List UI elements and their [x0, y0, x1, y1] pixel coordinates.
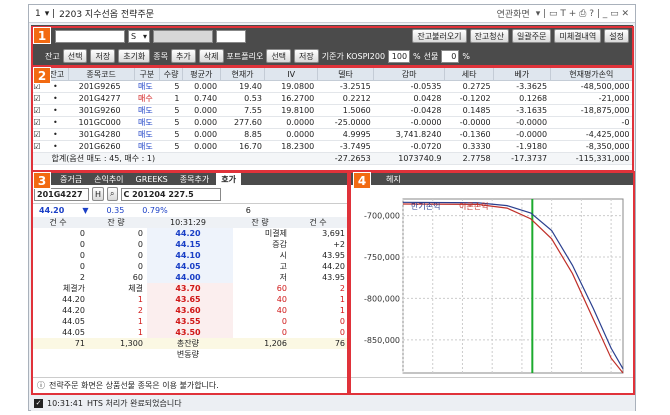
- tab-number[interactable]: 1: [35, 9, 41, 19]
- strategy-order-window: 1 ▾ | 2203 지수선옵 전략주문 연관화면 ▾ | ▭ T + ⎙ ? …: [28, 4, 636, 411]
- status-time: 10:31:41: [47, 398, 83, 408]
- section-2-frame: [31, 66, 634, 172]
- window-controls[interactable]: ▾ | ▭ T + ⎙ ? | _ ▭ ✕: [536, 9, 629, 19]
- section-badge-2: 2: [33, 67, 51, 84]
- section-4-frame: [349, 171, 635, 395]
- section-3-frame: [31, 171, 349, 395]
- section-badge-1: 1: [33, 27, 51, 44]
- section-badge-3: 3: [33, 172, 51, 189]
- section-badge-4: 4: [353, 172, 371, 189]
- section-1-frame: [31, 26, 634, 67]
- screen-title: 2203 지수선옵 전략주문: [59, 10, 155, 20]
- window-titlebar: 1 ▾ | 2203 지수선옵 전략주문 연관화면 ▾ | ▭ T + ⎙ ? …: [29, 5, 635, 23]
- status-message: HTS 처리가 완료되었습니다: [86, 398, 182, 408]
- checkbox-icon[interactable]: ✓: [34, 398, 43, 408]
- chevron-down-icon[interactable]: ▾ |: [45, 9, 55, 19]
- status-bar: ✓ 10:31:41 HTS 처리가 완료되었습니다: [31, 395, 635, 411]
- related-screens-menu[interactable]: 연관화면: [497, 7, 530, 20]
